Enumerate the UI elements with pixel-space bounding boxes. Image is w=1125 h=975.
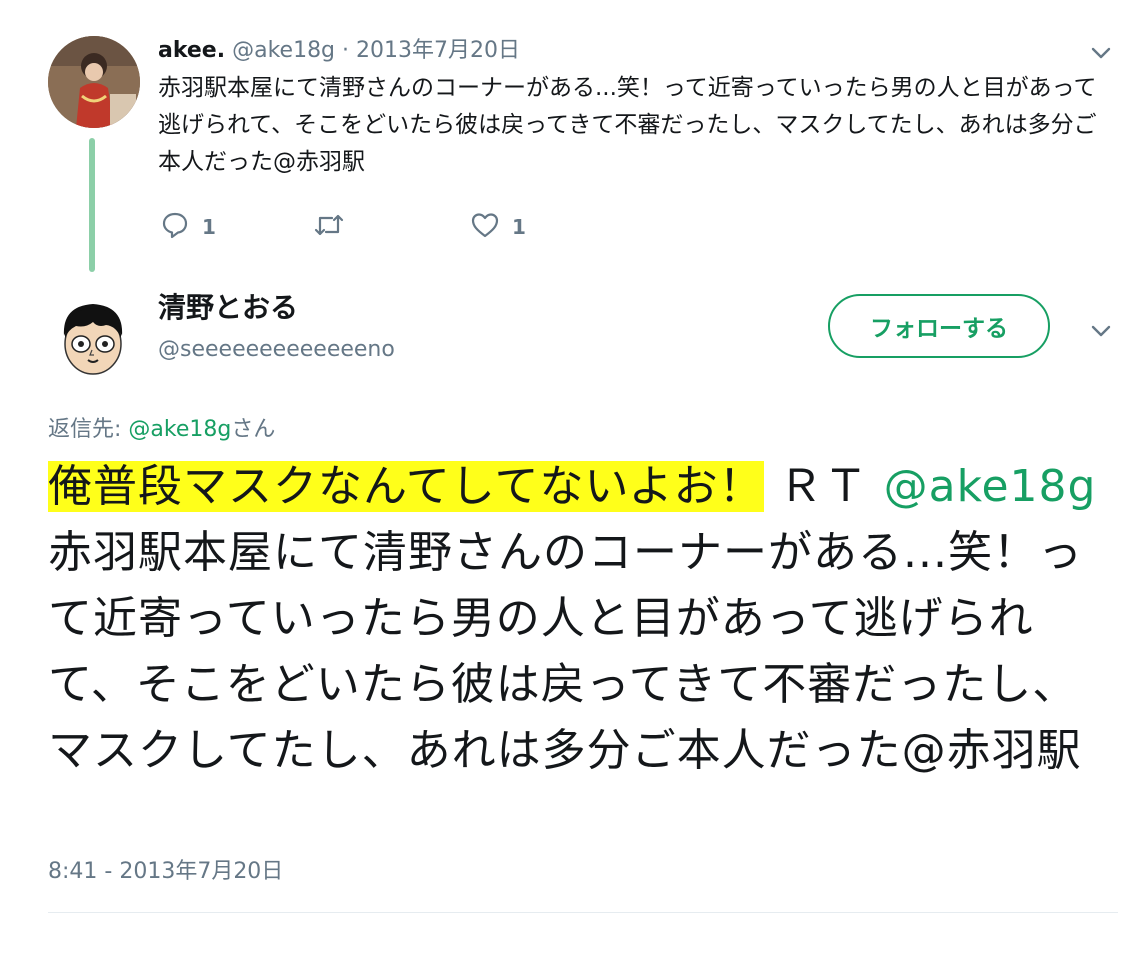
mention-link[interactable]: @ake18g xyxy=(884,461,1097,512)
heart-icon xyxy=(470,210,500,245)
parent-tweet-text: 赤羽駅本屋にて清野さんのコーナーがある...笑！って近寄っていったら男の人と目が… xyxy=(158,75,1097,175)
parent-separator: · xyxy=(342,38,350,63)
parent-handle[interactable]: @ake18g xyxy=(232,38,335,63)
reply-count: 1 xyxy=(202,215,216,239)
parent-header: akee. @ake18g · 2013年7月20日 xyxy=(158,36,520,66)
reply-icon xyxy=(160,210,190,245)
tweet-timestamp[interactable]: 8:41 - 2013年7月20日 xyxy=(48,856,283,888)
highlighted-text: 俺普段マスクなんてしてないよお！ xyxy=(48,461,764,512)
main-handle[interactable]: @seeeeeeeeeeeeeno xyxy=(158,333,395,367)
reply-to-prefix: 返信先: xyxy=(48,417,129,442)
reply-to-handle-link[interactable]: @ake18g xyxy=(128,417,231,442)
parent-date[interactable]: 2013年7月20日 xyxy=(356,38,520,63)
reply-to-line: 返信先: @ake18gさん xyxy=(48,414,275,446)
chevron-down-icon[interactable] xyxy=(1088,318,1114,344)
parent-display-name[interactable]: akee. xyxy=(158,38,225,63)
divider xyxy=(48,912,1118,913)
main-avatar[interactable] xyxy=(48,292,138,382)
reply-action[interactable]: 1 xyxy=(160,210,216,244)
chevron-down-icon[interactable] xyxy=(1088,40,1114,66)
reply-to-suffix: さん xyxy=(231,417,276,442)
main-tweet-text: 俺普段マスクなんてしてないよお！ ＲＴ @ake18g 赤羽駅本屋にて清野さんの… xyxy=(48,454,1108,784)
like-action[interactable]: 1 xyxy=(470,210,526,244)
retweet-action[interactable] xyxy=(312,210,346,244)
parent-avatar[interactable] xyxy=(48,36,140,128)
main-display-name[interactable]: 清野とおる xyxy=(158,288,298,328)
quoted-text: 赤羽駅本屋にて清野さんのコーナーがある...笑！って近寄っていったら男の人と目が… xyxy=(48,527,1083,776)
follow-button[interactable]: フォローする xyxy=(828,294,1050,358)
thread-line xyxy=(89,138,95,272)
retweet-icon xyxy=(312,210,346,245)
rt-label: ＲＴ xyxy=(778,461,869,512)
like-count: 1 xyxy=(512,215,526,239)
